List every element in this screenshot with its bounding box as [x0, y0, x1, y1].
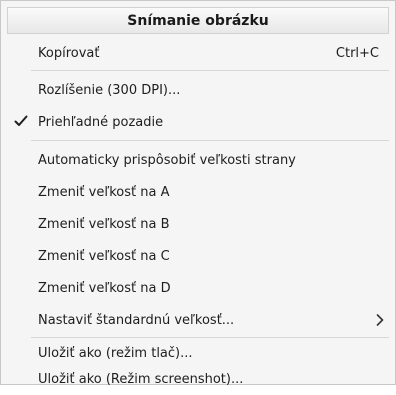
menu-item-resize-d[interactable]: Zmeniť veľkosť na D [1, 272, 395, 304]
menu-item-set-standard-size[interactable]: Nastaviť štandardnú veľkosť... [1, 304, 395, 336]
menu-item-label: Uložiť ako (Režim screenshot)... [38, 371, 244, 387]
menu-item-label: Automaticky prispôsobiť veľkosti strany [38, 152, 296, 168]
menu-item-save-screenshot-mode[interactable]: Uložiť ako (Režim screenshot)... [1, 363, 395, 395]
menu-item-label: Rozlíšenie (300 DPI)... [38, 82, 181, 98]
menu-item-auto-fit[interactable]: Automaticky prispôsobiť veľkosti strany [1, 144, 395, 176]
menu-item-resize-c[interactable]: Zmeniť veľkosť na C [1, 240, 395, 272]
shortcut-text: Ctrl+C [335, 45, 379, 61]
menu-item-resize-b[interactable]: Zmeniť veľkosť na B [1, 208, 395, 240]
menu-item-label: Zmeniť veľkosť na A [38, 184, 170, 200]
menu-item-label: Kopírovať [38, 45, 100, 61]
menu-item-copy[interactable]: Kopírovať Ctrl+C [1, 37, 395, 69]
context-menu: Snímanie obrázku Kopírovať Ctrl+C Rozlíš… [0, 0, 396, 387]
menu-item-label: Nastaviť štandardnú veľkosť... [38, 312, 235, 328]
menu-title: Snímanie obrázku [7, 7, 389, 34]
chevron-right-icon [376, 314, 384, 326]
menu-separator [31, 140, 389, 141]
menu-item-resolution[interactable]: Rozlíšenie (300 DPI)... [1, 74, 395, 106]
menu-item-label: Zmeniť veľkosť na D [38, 280, 171, 296]
menu-item-label: Zmeniť veľkosť na B [38, 216, 170, 232]
menu-item-label: Priehľadné pozadie [38, 114, 164, 130]
menu-item-transparent-background[interactable]: Priehľadné pozadie [1, 106, 395, 138]
menu-item-resize-a[interactable]: Zmeniť veľkosť na A [1, 176, 395, 208]
menu-separator [31, 70, 389, 71]
checkmark-icon [14, 115, 28, 126]
menu-item-label: Uložiť ako (režim tlač)... [38, 345, 193, 361]
menu-item-label: Zmeniť veľkosť na C [38, 248, 170, 264]
